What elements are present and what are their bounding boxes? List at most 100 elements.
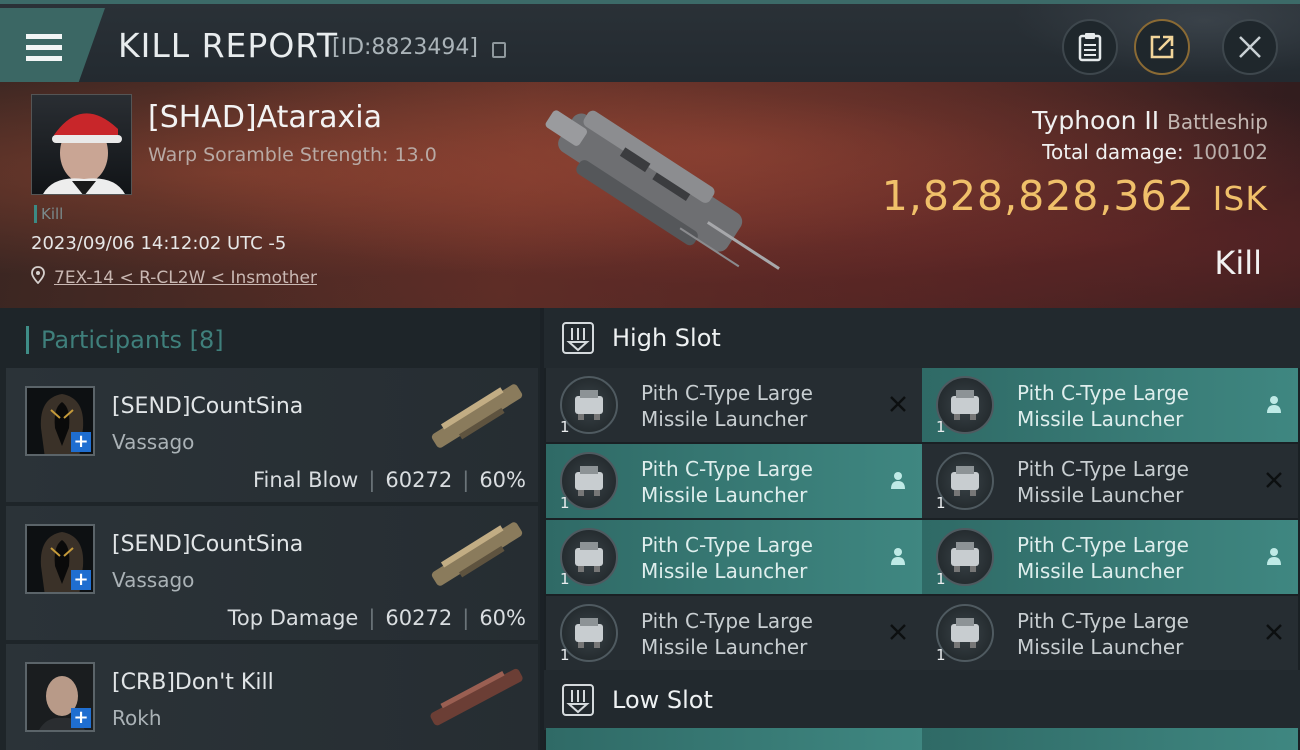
- victim-avatar[interactable]: [31, 94, 132, 195]
- high-slot-label: High Slot: [612, 324, 721, 352]
- participant-row[interactable]: + [SEND]CountSina Vassago Final Blow | 602…: [6, 368, 538, 502]
- high-slot-module[interactable]: 1 Pith C-Type Large Missile Launcher: [922, 368, 1298, 442]
- module-name: Pith C-Type Large Missile Launcher: [1017, 456, 1189, 508]
- copy-icon[interactable]: [492, 42, 506, 58]
- participant-name[interactable]: [SEND]CountSina: [112, 394, 303, 419]
- x-icon: [1266, 472, 1282, 488]
- low-slot-header: Low Slot: [544, 670, 1300, 730]
- module-name-line1: Pith C-Type Large: [641, 457, 813, 481]
- module-name-line1: Pith C-Type Large: [641, 609, 813, 633]
- high-slot-module[interactable]: 1 Pith C-Type Large Missile Launcher: [546, 520, 922, 594]
- module-name: Pith C-Type Large Missile Launcher: [1017, 608, 1189, 660]
- person-icon: [891, 548, 905, 565]
- module-name-line2: Missile Launcher: [641, 635, 808, 659]
- participant-name[interactable]: [CRB]Don't Kill: [112, 670, 274, 695]
- module-name-line1: Pith C-Type Large: [641, 533, 813, 557]
- module-name-line1: Pith C-Type Large: [1017, 381, 1189, 405]
- module-name-line2: Missile Launcher: [641, 407, 808, 431]
- isk-value: 1,828,828,362 ISK: [882, 172, 1268, 220]
- close-button[interactable]: [1222, 19, 1278, 75]
- x-icon: [1266, 624, 1282, 640]
- module-name-line2: Missile Launcher: [1017, 483, 1184, 507]
- module-name-line1: Pith C-Type Large: [1017, 533, 1189, 557]
- kill-datetime: 2023/09/06 14:12:02 UTC -5: [31, 233, 287, 254]
- high-slot-module[interactable]: 1 Pith C-Type Large Missile Launcher: [546, 368, 922, 442]
- ship-type: Typhoon II: [1032, 106, 1160, 135]
- module-name-line2: Missile Launcher: [641, 559, 808, 583]
- module-count: 1: [560, 646, 570, 664]
- victim-name[interactable]: [SHAD]Ataraxia: [148, 100, 382, 135]
- high-slot-icon: [562, 322, 594, 354]
- clipboard-icon: [1078, 33, 1102, 62]
- add-contact-icon[interactable]: +: [71, 708, 91, 728]
- module-name: Pith C-Type Large Missile Launcher: [641, 608, 813, 660]
- person-icon: [891, 472, 905, 489]
- isk-amount: 1,828,828,362: [881, 172, 1195, 220]
- high-slot-module[interactable]: 1 Pith C-Type Large Missile Launcher: [922, 596, 1298, 670]
- participant-name[interactable]: [SEND]CountSina: [112, 532, 303, 557]
- victim-ship-name[interactable]: Typhoon II Battleship: [1032, 106, 1268, 135]
- module-name-line2: Missile Launcher: [1017, 407, 1184, 431]
- low-slot-module[interactable]: [546, 728, 922, 750]
- module-name: Pith C-Type Large Missile Launcher: [1017, 380, 1189, 432]
- participant-avatar[interactable]: +: [25, 386, 95, 456]
- participant-avatar[interactable]: +: [25, 524, 95, 594]
- top-bar: KILL REPORT [ID:8823494]: [0, 0, 1300, 86]
- victim-banner: [SHAD]Ataraxia Warp Soramble Strength: 1…: [0, 82, 1300, 308]
- location-pin-icon: [31, 266, 45, 284]
- module-count: 1: [560, 418, 570, 436]
- module-count: 1: [936, 570, 946, 588]
- participant-damage: 60272: [385, 468, 453, 492]
- victim-ship-image: [545, 110, 780, 270]
- victim-warp-strength: Warp Soramble Strength: 13.0: [148, 144, 437, 166]
- module-name-line2: Missile Launcher: [1017, 635, 1184, 659]
- module-name: Pith C-Type Large Missile Launcher: [641, 456, 813, 508]
- participants-panel: Participants [8] + [SEND]CountSina Vassa…: [0, 308, 540, 750]
- participant-row[interactable]: + [CRB]Don't Kill Rokh: [6, 644, 538, 750]
- close-icon: [1239, 36, 1261, 58]
- module-count: 1: [936, 494, 946, 512]
- share-button[interactable]: [1134, 19, 1190, 75]
- module-name-line1: Pith C-Type Large: [641, 381, 813, 405]
- participant-ship: Vassago: [112, 430, 195, 454]
- kill-tag: Kill: [34, 205, 63, 223]
- low-slot-label: Low Slot: [612, 686, 713, 714]
- module-count: 1: [936, 418, 946, 436]
- participant-avatar[interactable]: +: [25, 662, 95, 732]
- participant-stats: Final Blow | 60272 | 60%: [253, 468, 526, 492]
- participant-ship: Vassago: [112, 568, 195, 592]
- high-slot-module[interactable]: 1 Pith C-Type Large Missile Launcher: [546, 444, 922, 518]
- menu-button[interactable]: [0, 8, 105, 82]
- module-count: 1: [560, 570, 570, 588]
- low-slot-module[interactable]: [922, 728, 1298, 750]
- high-slot-module[interactable]: 1 Pith C-Type Large Missile Launcher: [546, 596, 922, 670]
- high-slot-module[interactable]: 1 Pith C-Type Large Missile Launcher: [922, 520, 1298, 594]
- module-count: 1: [936, 646, 946, 664]
- kill-location-link[interactable]: 7EX-14 < R-CL2W < Insmother: [54, 268, 317, 288]
- low-slot-icon: [562, 684, 594, 716]
- x-icon: [890, 624, 906, 640]
- module-name: Pith C-Type Large Missile Launcher: [641, 532, 813, 584]
- module-name: Pith C-Type Large Missile Launcher: [1017, 532, 1189, 584]
- participant-percent: 60%: [479, 606, 526, 630]
- participant-row[interactable]: + [SEND]CountSina Vassago Top Damage | 602…: [6, 506, 538, 640]
- high-slot-module[interactable]: 1 Pith C-Type Large Missile Launcher: [922, 444, 1298, 518]
- clipboard-button[interactable]: [1062, 19, 1118, 75]
- fitting-panel: High Slot 1 Pith C-Type Large Missile Laun…: [544, 308, 1300, 750]
- kill-result: Kill: [1214, 244, 1262, 282]
- total-damage-value: 100102: [1191, 140, 1268, 164]
- person-icon: [1267, 548, 1281, 565]
- module-name-line2: Missile Launcher: [641, 483, 808, 507]
- participant-role: Final Blow: [253, 468, 359, 492]
- add-contact-icon[interactable]: +: [71, 570, 91, 590]
- module-name-line1: Pith C-Type Large: [1017, 609, 1189, 633]
- add-contact-icon[interactable]: +: [71, 432, 91, 452]
- participant-stats: Top Damage | 60272 | 60%: [227, 606, 526, 630]
- module-name-line1: Pith C-Type Large: [1017, 457, 1189, 481]
- share-icon: [1150, 35, 1174, 59]
- module-count: 1: [560, 494, 570, 512]
- total-damage: Total damage: 100102: [1042, 140, 1268, 164]
- participant-ship-image: [431, 522, 523, 586]
- hamburger-icon[interactable]: [26, 34, 62, 61]
- participant-ship-image: [431, 384, 523, 448]
